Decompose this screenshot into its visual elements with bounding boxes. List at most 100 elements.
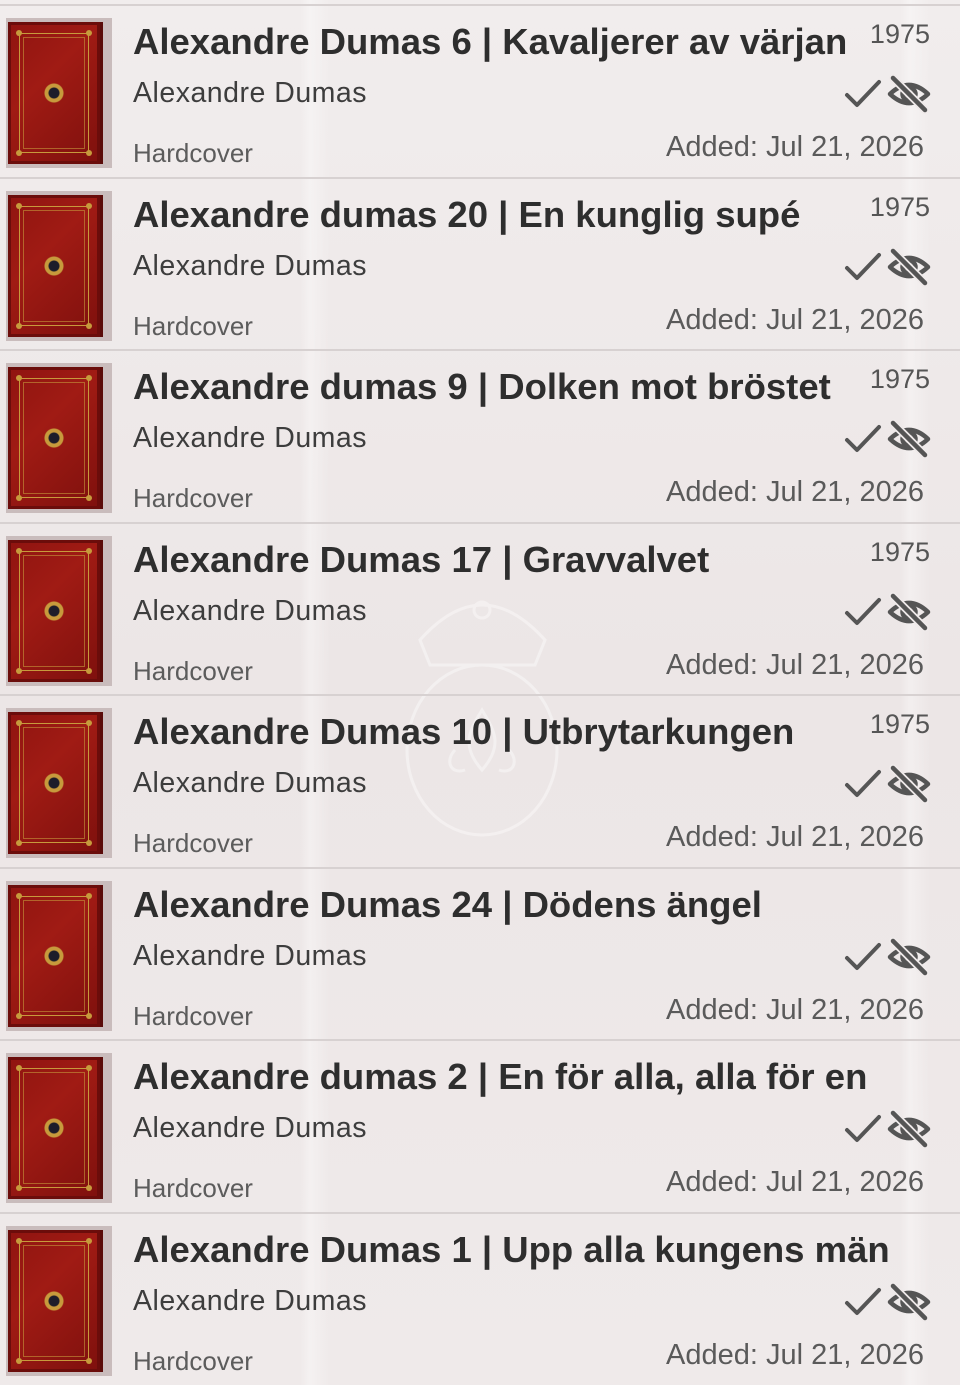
cover-emblem-icon: [43, 942, 65, 969]
eye-off-icon[interactable]: [887, 1281, 931, 1322]
cover-emblem-icon: [43, 597, 65, 624]
book-author: Alexandre Dumas: [133, 1112, 368, 1144]
cover-corner-ornament: [86, 1065, 92, 1071]
book-title: Alexandre Dumas 1 | Upp alla kungens män: [133, 1228, 890, 1270]
book-cover-thumbnail[interactable]: [6, 535, 112, 686]
check-icon[interactable]: [843, 939, 883, 975]
book-format: Hardcover: [133, 310, 253, 341]
book-author: Alexandre Dumas: [133, 767, 368, 799]
cover-corner-ornament: [86, 30, 92, 36]
cover-emblem-icon: [43, 80, 65, 106]
book-title: Alexandre dumas 2 | En för alla, alla fö…: [133, 1056, 868, 1097]
check-icon[interactable]: [843, 421, 883, 457]
cover-corner-ornament: [16, 547, 22, 554]
book-author: Alexandre Dumas: [133, 249, 368, 282]
eye-off-icon[interactable]: [887, 419, 931, 459]
book-author: Alexandre Dumas: [133, 77, 368, 109]
book-author: Alexandre Dumas: [133, 594, 368, 627]
eye-off-icon[interactable]: [887, 1109, 931, 1149]
book-list-item[interactable]: Alexandre Dumas 17 | Gravvalvet 1975 Ale…: [0, 521, 960, 694]
book-list-item[interactable]: Alexandre dumas 2 | En för alla, alla fö…: [0, 1039, 960, 1211]
book-format: Hardcover: [133, 1000, 253, 1031]
book-cover-thumbnail[interactable]: [6, 190, 112, 341]
book-list-item[interactable]: Alexandre Dumas 6 | Kavaljerer av värjan…: [0, 4, 960, 176]
book-cover-thumbnail[interactable]: [6, 18, 112, 168]
book-cover-thumbnail[interactable]: [6, 363, 112, 513]
book-added-date: Added: Jul 21, 2026: [666, 1166, 924, 1198]
book-list-item[interactable]: Alexandre Dumas 10 | Utbrytarkungen 1975…: [0, 694, 960, 866]
cover-corner-ornament: [16, 495, 22, 501]
cover-corner-ornament: [16, 150, 22, 156]
cover-art: [8, 367, 100, 509]
cover-art: [8, 194, 100, 337]
book-added-date: Added: Jul 21, 2026: [666, 476, 924, 508]
cover-art: [8, 712, 100, 854]
book-year: 1975: [869, 709, 930, 739]
cover-corner-ornament: [86, 322, 92, 329]
check-icon[interactable]: [843, 76, 883, 112]
cover-corner-ornament: [86, 840, 92, 846]
eye-off-icon[interactable]: [887, 74, 931, 114]
book-added-date: Added: Jul 21, 2026: [666, 1338, 924, 1371]
book-list-item[interactable]: Alexandre dumas 9 | Dolken mot bröstet 1…: [0, 349, 960, 521]
check-icon[interactable]: [843, 249, 883, 285]
book-list-item[interactable]: Alexandre Dumas 1 | Upp alla kungens män…: [0, 1211, 960, 1384]
book-list-item[interactable]: Alexandre dumas 20 | En kunglig supé 197…: [0, 176, 960, 349]
cover-corner-ornament: [16, 1012, 22, 1019]
cover-art: [8, 22, 100, 164]
book-author: Alexandre Dumas: [133, 422, 368, 454]
cover-corner-ornament: [16, 840, 22, 846]
book-cover-thumbnail[interactable]: [6, 708, 112, 858]
book-added-date: Added: Jul 21, 2026: [666, 821, 924, 853]
eye-off-icon[interactable]: [887, 591, 931, 632]
book-format: Hardcover: [133, 1345, 253, 1376]
cover-corner-ornament: [16, 720, 22, 726]
cover-corner-ornament: [86, 547, 92, 554]
book-added-date: Added: Jul 21, 2026: [666, 303, 924, 336]
cover-art: [8, 1229, 100, 1372]
cover-emblem-icon: [43, 1115, 65, 1141]
book-added-date: Added: Jul 21, 2026: [666, 131, 924, 163]
book-cover-thumbnail[interactable]: [6, 1225, 112, 1376]
book-format: Hardcover: [133, 138, 253, 168]
cover-corner-ornament: [86, 375, 92, 381]
cover-art: [8, 539, 100, 682]
cover-corner-ornament: [16, 322, 22, 329]
book-added-date: Added: Jul 21, 2026: [666, 648, 924, 681]
cover-corner-ornament: [16, 30, 22, 36]
book-author: Alexandre Dumas: [133, 939, 368, 972]
cover-emblem-icon: [43, 252, 65, 279]
eye-off-icon[interactable]: [887, 764, 931, 804]
eye-off-icon[interactable]: [887, 936, 931, 977]
cover-art: [8, 884, 100, 1027]
book-title: Alexandre Dumas 6 | Kavaljerer av värjan: [133, 21, 848, 62]
book-added-date: Added: Jul 21, 2026: [666, 993, 924, 1026]
check-icon[interactable]: [843, 1284, 883, 1320]
cover-corner-ornament: [86, 667, 92, 674]
eye-off-icon[interactable]: [887, 246, 931, 287]
book-format: Hardcover: [133, 655, 253, 686]
book-title: Alexandre dumas 20 | En kunglig supé: [133, 193, 801, 235]
cover-corner-ornament: [16, 892, 22, 899]
cover-corner-ornament: [16, 375, 22, 381]
book-title: Alexandre Dumas 10 | Utbrytarkungen: [133, 711, 795, 752]
book-year: 1975: [869, 191, 930, 222]
check-icon[interactable]: [843, 766, 883, 802]
cover-corner-ornament: [16, 1065, 22, 1071]
book-cover-thumbnail[interactable]: [6, 1053, 112, 1203]
check-icon[interactable]: [843, 594, 883, 630]
book-format: Hardcover: [133, 483, 253, 513]
cover-corner-ornament: [86, 1237, 92, 1244]
book-cover-thumbnail[interactable]: [6, 880, 112, 1031]
cover-corner-ornament: [16, 1185, 22, 1191]
cover-corner-ornament: [16, 1357, 22, 1364]
cover-corner-ornament: [86, 495, 92, 501]
book-title: Alexandre Dumas 24 | Dödens ängel: [133, 883, 762, 925]
cover-corner-ornament: [16, 202, 22, 209]
cover-art: [8, 1057, 100, 1199]
book-list-item[interactable]: Alexandre Dumas 24 | Dödens ängel Alexan…: [0, 866, 960, 1039]
book-title: Alexandre dumas 9 | Dolken mot bröstet: [133, 366, 831, 407]
book-author: Alexandre Dumas: [133, 1284, 368, 1317]
check-icon[interactable]: [843, 1111, 883, 1147]
cover-corner-ornament: [86, 720, 92, 726]
